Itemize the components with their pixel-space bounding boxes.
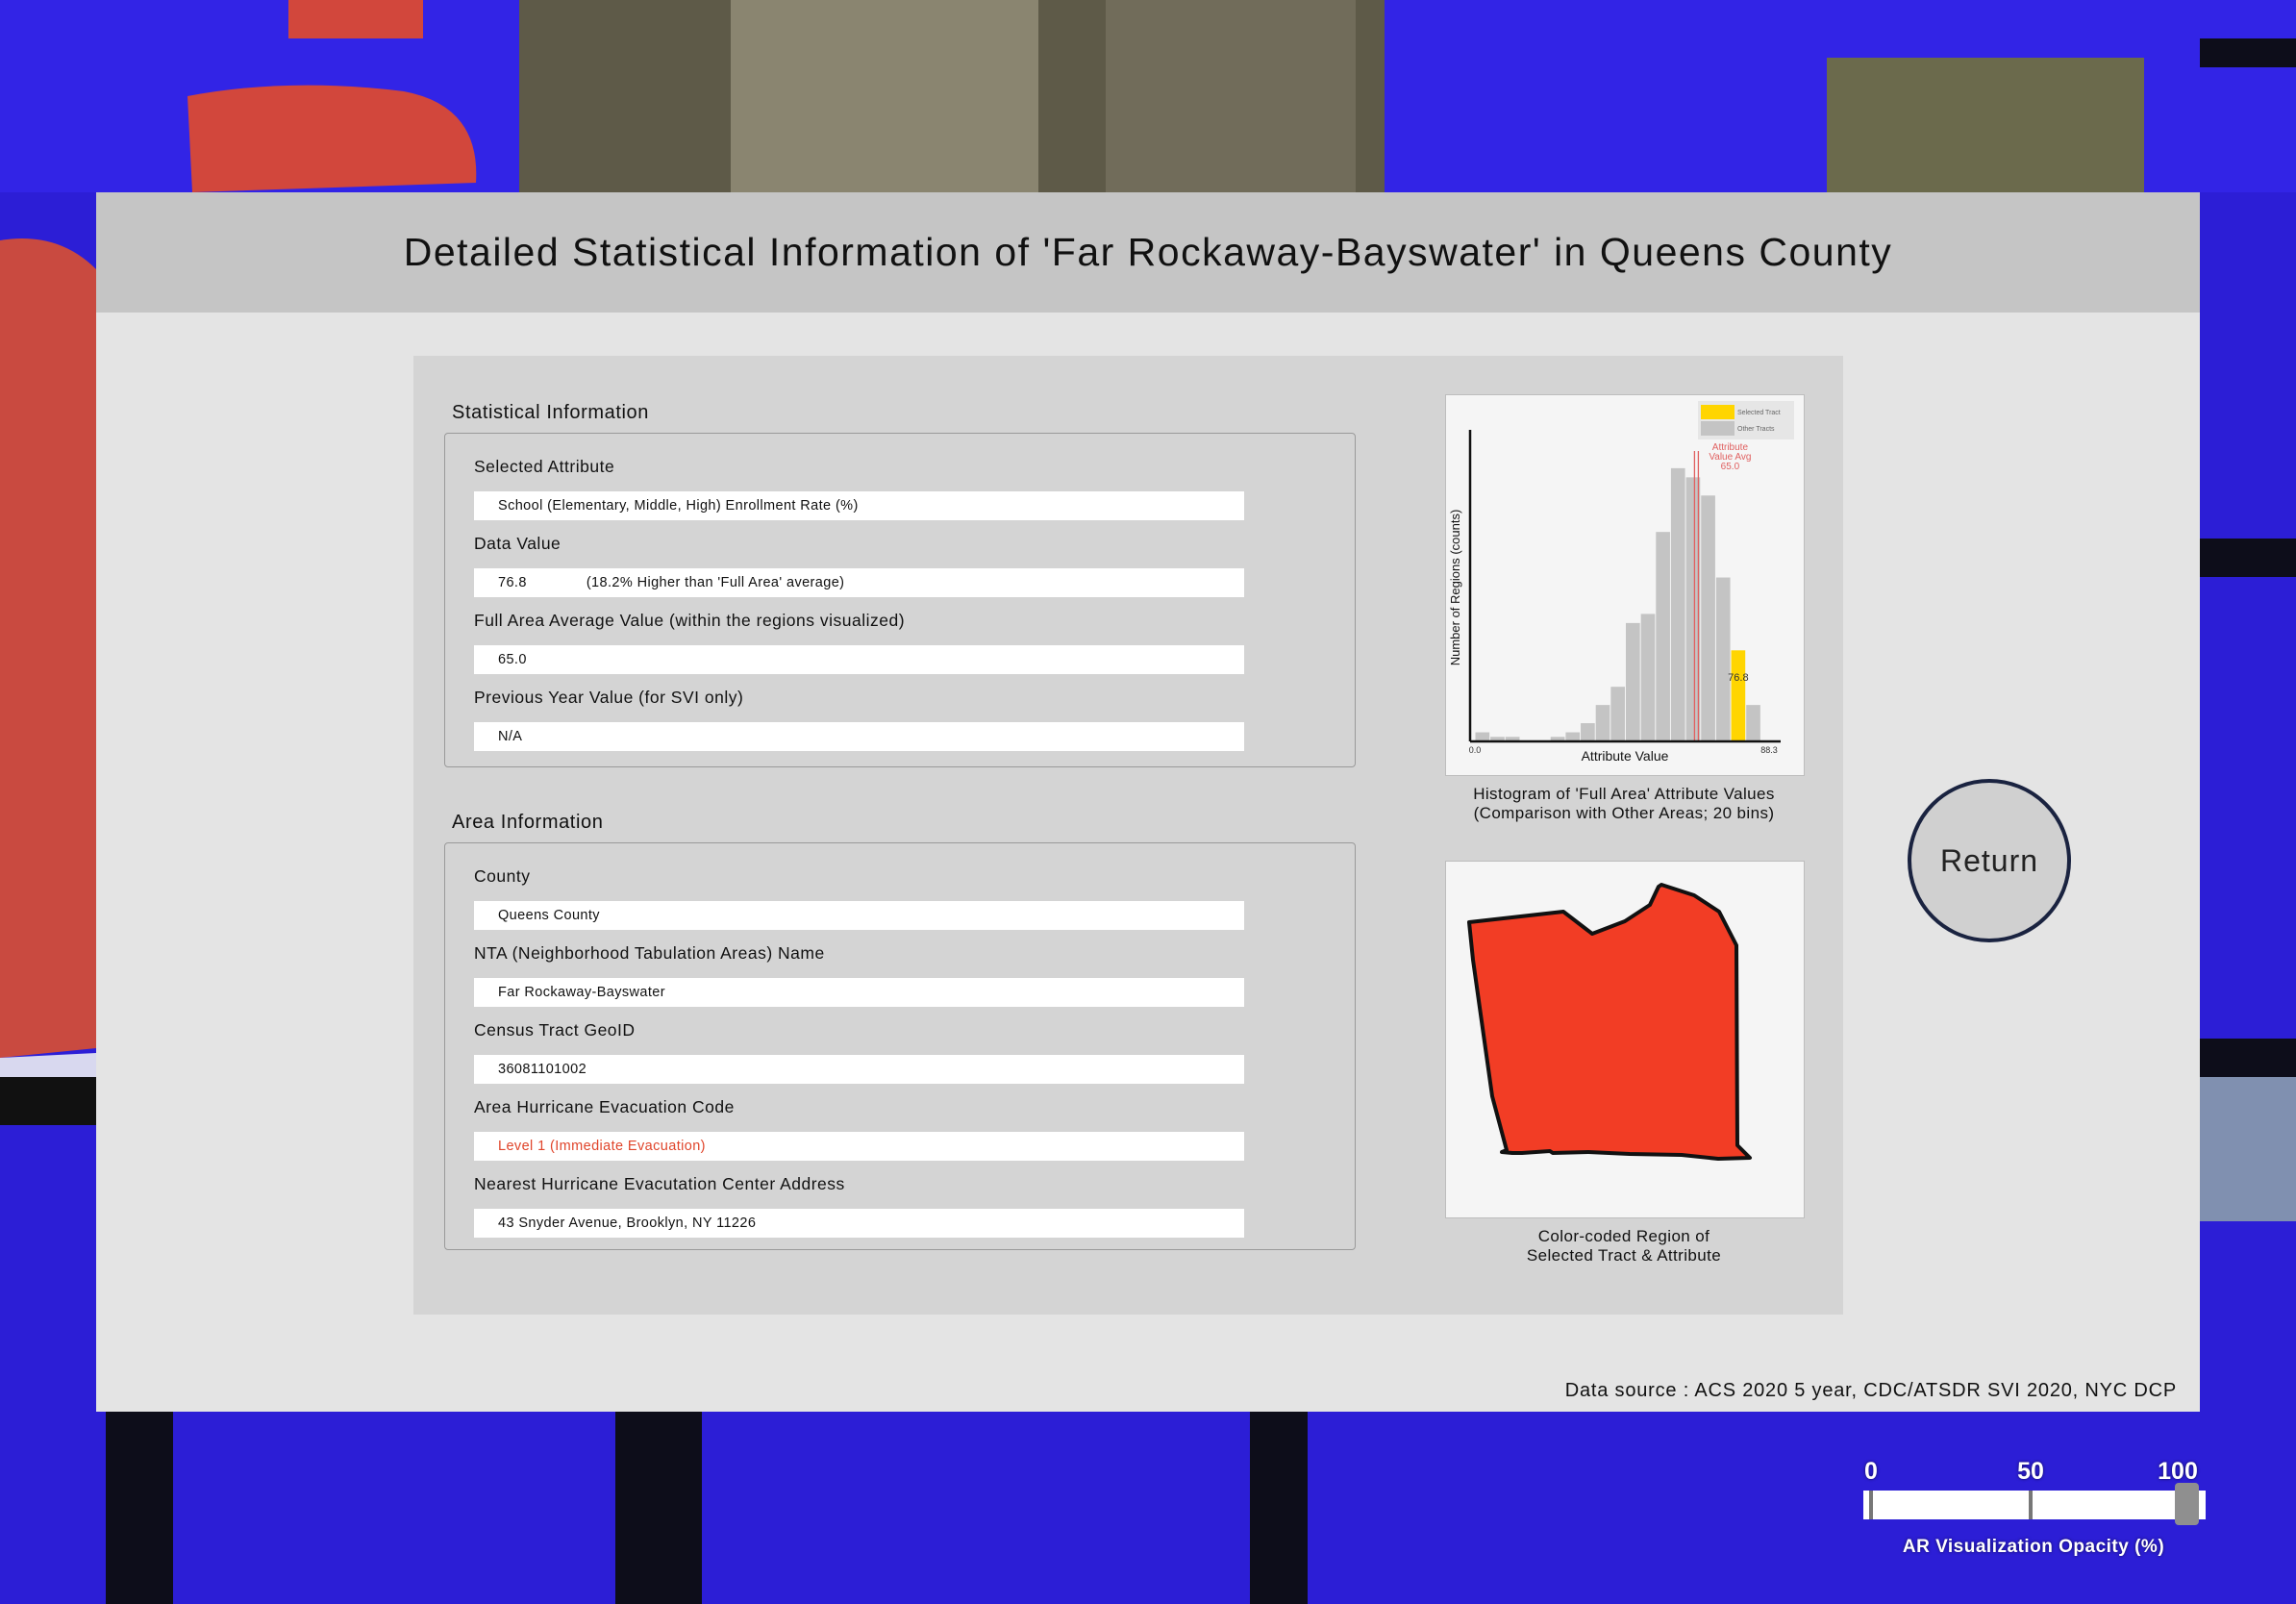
legend-swatch [1701,405,1734,419]
previous-year-label: Previous Year Value (for SVI only) [474,688,744,707]
page-title: Detailed Statistical Information of 'Far… [403,230,1893,274]
evacuation-center-field: 43 Snyder Avenue, Brooklyn, NY 11226 [474,1209,1244,1238]
histogram-bar [1610,687,1625,741]
return-button[interactable]: Return [1908,779,2071,942]
statistical-info-fieldset: Selected Attribute School (Elementary, M… [444,433,1356,767]
slider-caption: AR Visualization Opacity (%) [1902,1537,2165,1557]
census-tract-field: 36081101002 [474,1055,1244,1084]
data-value-label: Data Value [474,534,562,553]
county-field: Queens County [474,901,1244,930]
data-source-note: Data source : ACS 2020 5 year, CDC/ATSDR… [1564,1380,2177,1401]
slider-tick-50 [2029,1491,2033,1519]
opacity-slider[interactable]: 0 50 100 AR Visualization Opacity (%) [1856,1452,2211,1567]
histogram-bar [1565,732,1581,741]
data-value-comparison: (18.2% Higher than 'Full Area' average) [586,575,845,590]
content-box: Statistical Information Selected Attribu… [413,356,1843,1315]
statistical-info-heading: Statistical Information [452,402,649,423]
selected-attribute-field: School (Elementary, Middle, High) Enroll… [474,491,1244,520]
x-axis-label: Attribute Value [1582,748,1669,764]
legend-swatch [1701,421,1734,436]
slider-tick-label-50: 50 [2017,1458,2044,1485]
histogram-bar [1656,532,1670,741]
evacuation-code-field: Level 1 (Immediate Evacuation) [474,1132,1244,1161]
y-axis-label: Number of Regions (counts) [1448,510,1462,666]
histogram-bar [1581,723,1595,741]
county-label: County [474,866,531,886]
selected-value-label: 76.8 [1728,672,1748,684]
avg-label: 65.0 [1721,462,1740,472]
nta-name-field: Far Rockaway-Bayswater [474,978,1244,1007]
evacuation-center-label: Nearest Hurricane Evacutation Center Add… [474,1174,845,1193]
slider-tick-label-100: 100 [2158,1458,2198,1485]
histogram-bar [1595,705,1610,741]
histogram-caption-line-2: (Comparison with Other Areas; 20 bins) [1473,804,1775,822]
data-value: 76.8 [498,575,527,590]
region-caption-line-2: Selected Tract & Attribute [1526,1246,1722,1265]
histogram-bar [1475,732,1490,741]
data-value-field: 76.8 (18.2% Higher than 'Full Area' avera… [474,568,1244,597]
selected-tract-bar [1731,650,1746,741]
histogram-caption-line-1: Histogram of 'Full Area' Attribute Value… [1473,785,1775,803]
detail-panel: Detailed Statistical Information of 'Far… [96,192,2200,1412]
histogram-bar [1640,614,1656,741]
area-info-heading: Area Information [452,812,604,833]
slider-thumb[interactable] [2175,1483,2199,1525]
full-area-average-field: 65.0 [474,645,1244,674]
legend-label: Selected Tract [1737,410,1781,416]
histogram-card: Attribute Value Avg 65.0 76.8 Attribute Valu… [1445,394,1805,776]
histogram-bar [1746,705,1760,741]
slider-tick-0 [1869,1491,1873,1519]
x-max-tick-label: 88.3 [1760,745,1778,755]
selected-region-shape [1467,883,1752,1161]
x-min-tick-label: 0.0 [1469,745,1482,755]
histogram-bar [1670,467,1685,741]
histogram-caption: Histogram of 'Full Area' Attribute Value… [1407,785,1841,823]
slider-track[interactable] [1863,1491,2206,1519]
nta-name-label: NTA (Neighborhood Tabulation Areas) Name [474,943,825,963]
evacuation-code-label: Area Hurricane Evacuation Code [474,1097,735,1116]
region-caption: Color-coded Region of Selected Tract & A… [1407,1227,1841,1266]
panel-header: Detailed Statistical Information of 'Far… [96,192,2200,313]
area-info-fieldset: County Queens County NTA (Neighborhood T… [444,842,1356,1250]
legend-label: Other Tracts [1737,426,1775,433]
histogram-chart: AttributeValue Avg65.076.8Attribute Valu… [1448,401,1794,764]
region-caption-line-1: Color-coded Region of [1537,1227,1710,1245]
selected-attribute-label: Selected Attribute [474,457,615,476]
histogram-bar [1701,495,1715,741]
full-area-average-label: Full Area Average Value (within the regi… [474,611,906,630]
region-map-card [1445,861,1805,1218]
histogram-bar [1715,577,1731,741]
census-tract-label: Census Tract GeoID [474,1020,636,1040]
histogram-bar [1626,622,1640,741]
slider-tick-label-0: 0 [1864,1458,1878,1485]
previous-year-field: N/A [474,722,1244,751]
